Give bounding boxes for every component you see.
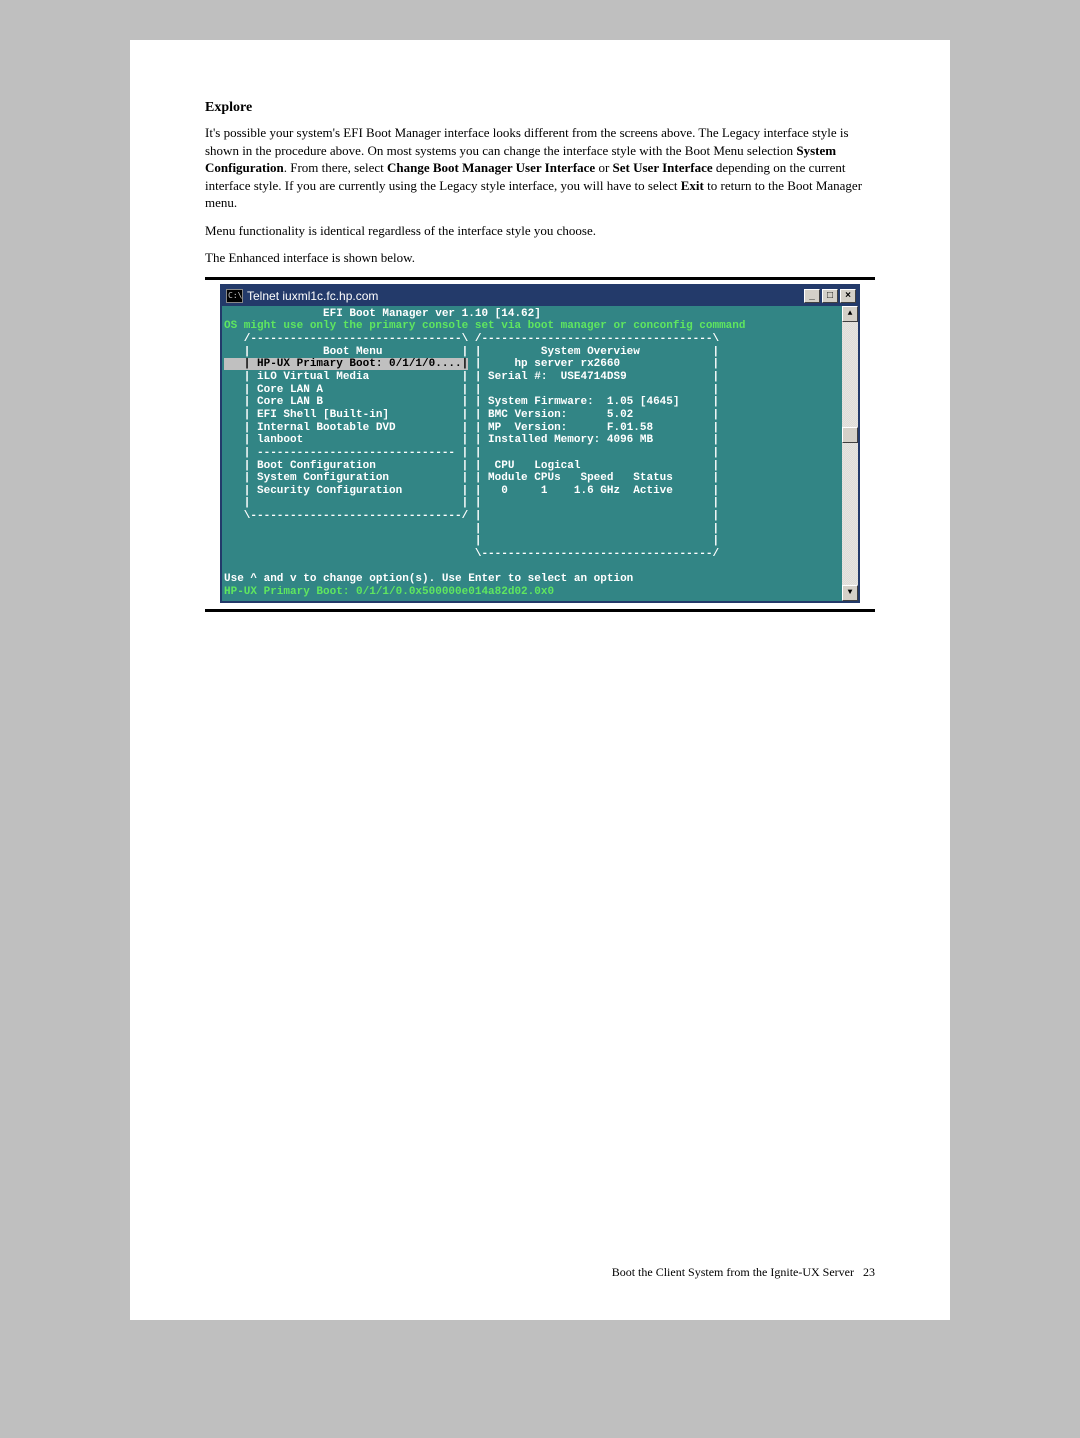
overview-line: | | <box>468 510 719 522</box>
boot-menu-item[interactable]: | Boot Configuration | <box>224 460 468 472</box>
close-button[interactable]: × <box>840 289 856 303</box>
window-titlebar: C:\ Telnet iuxml1c.fc.hp.com _ □ × <box>222 286 858 306</box>
boot-menu-separator: | ------------------------------ | <box>224 447 468 459</box>
overview-line: | CPU Logical | <box>468 460 719 472</box>
boot-menu-item[interactable]: | Core LAN A | <box>224 384 468 396</box>
section-heading: Explore <box>205 100 875 116</box>
console-header-2: OS might use only the primary console se… <box>224 320 746 332</box>
overview-line: | 0 1 1.6 GHz Active | <box>468 485 719 497</box>
overview-line: | Serial #: USE4714DS9 | <box>468 371 719 383</box>
console-status: HP-UX Primary Boot: 0/1/1/0.0x500000e014… <box>224 586 554 598</box>
overview-line: | MP Version: F.01.58 | <box>468 422 719 434</box>
page-footer: Boot the Client System from the Ignite-U… <box>612 1265 875 1280</box>
overview-line: | | <box>468 523 719 535</box>
page-number: 23 <box>863 1265 875 1279</box>
boot-menu-title: | Boot Menu | <box>224 346 468 358</box>
text-segment: . From there, select <box>284 160 387 175</box>
maximize-button[interactable]: □ <box>822 289 838 303</box>
bold-text: Exit <box>681 178 704 193</box>
boot-menu-border-bottom: \--------------------------------/ <box>224 510 468 522</box>
boot-menu-item[interactable]: | System Configuration | <box>224 472 468 484</box>
boot-menu-item[interactable]: | Security Configuration | <box>224 485 468 497</box>
overview-line: | BMC Version: 5.02 | <box>468 409 719 421</box>
overview-border-top: /-----------------------------------\ <box>468 333 719 345</box>
text-segment: It's possible your system's EFI Boot Man… <box>205 125 849 158</box>
paragraph-1: It's possible your system's EFI Boot Man… <box>205 124 875 212</box>
scrollbar-track[interactable] <box>842 322 858 585</box>
boot-menu-item[interactable]: | Core LAN B | <box>224 396 468 408</box>
document-page: Explore It's possible your system's EFI … <box>130 40 950 1320</box>
overview-line: | System Overview | <box>468 346 719 358</box>
telnet-window: C:\ Telnet iuxml1c.fc.hp.com _ □ × EFI B… <box>220 284 860 603</box>
boot-menu-blank: | | <box>224 497 468 509</box>
footer-text: Boot the Client System from the Ignite-U… <box>612 1265 854 1279</box>
minimize-button[interactable]: _ <box>804 289 820 303</box>
console-header-1: EFI Boot Manager ver 1.10 [14.62] <box>224 308 541 320</box>
overview-line: | | <box>468 535 719 547</box>
boot-menu-item[interactable]: | Internal Bootable DVD | <box>224 422 468 434</box>
overview-line: | | <box>468 447 719 459</box>
console-content[interactable]: EFI Boot Manager ver 1.10 [14.62] OS mig… <box>222 306 842 601</box>
boot-menu-item[interactable]: | EFI Shell [Built-in] | <box>224 409 468 421</box>
console-area: EFI Boot Manager ver 1.10 [14.62] OS mig… <box>222 306 858 601</box>
overview-line: | Module CPUs Speed Status | <box>468 472 719 484</box>
window-title: Telnet iuxml1c.fc.hp.com <box>247 289 378 303</box>
overview-line: | hp server rx2660 | <box>468 358 719 370</box>
overview-border-bottom: \-----------------------------------/ <box>468 548 719 560</box>
console-hint: Use ^ and v to change option(s). Use Ent… <box>224 573 633 585</box>
overview-line: | | <box>468 384 719 396</box>
cmd-icon: C:\ <box>226 289 243 303</box>
paragraph-2: Menu functionality is identical regardle… <box>205 222 875 240</box>
paragraph-3: The Enhanced interface is shown below. <box>205 249 875 267</box>
vertical-scrollbar[interactable]: ▲ ▼ <box>842 306 858 601</box>
bold-text: Change Boot Manager User Interface <box>387 160 595 175</box>
bold-text: Set User Interface <box>613 160 713 175</box>
boot-menu-item[interactable]: | iLO Virtual Media | <box>224 371 468 383</box>
scrollbar-thumb[interactable] <box>842 427 858 443</box>
overview-line: | Installed Memory: 4096 MB | <box>468 434 719 446</box>
scroll-up-button[interactable]: ▲ <box>842 306 858 322</box>
overview-line: | System Firmware: 1.05 [4645] | <box>468 396 719 408</box>
boot-menu-item-selected[interactable]: | HP-UX Primary Boot: 0/1/1/0....| <box>224 358 468 370</box>
scroll-down-button[interactable]: ▼ <box>842 585 858 601</box>
terminal-wrapper: C:\ Telnet iuxml1c.fc.hp.com _ □ × EFI B… <box>205 277 875 612</box>
boot-menu-item[interactable]: | lanboot | <box>224 434 468 446</box>
boot-menu-border-top: /--------------------------------\ <box>224 333 468 345</box>
text-segment: or <box>595 160 612 175</box>
overview-line: | | <box>468 497 719 509</box>
